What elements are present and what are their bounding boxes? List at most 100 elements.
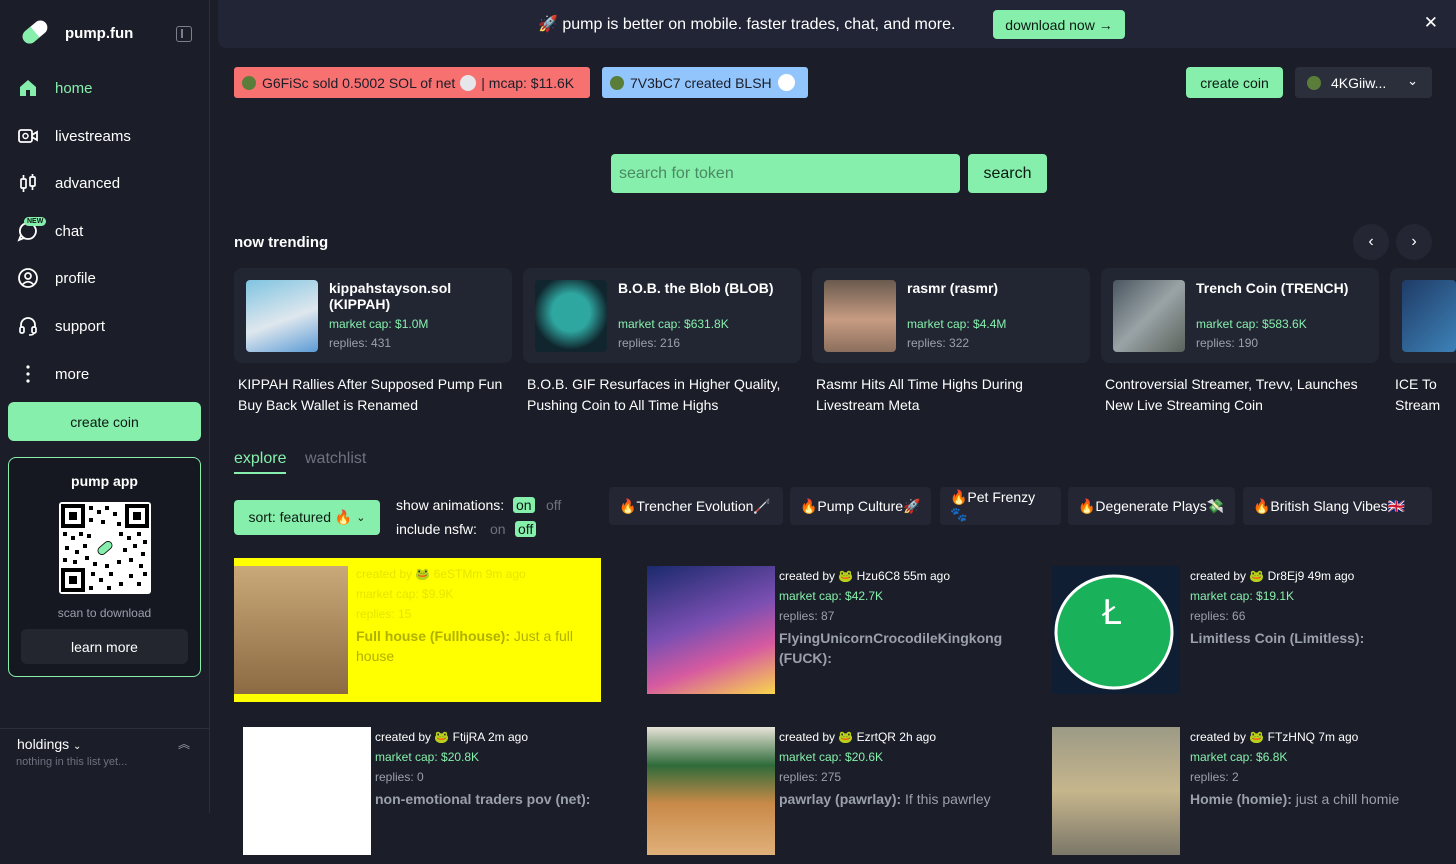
sidebar-item-livestreams[interactable]: livestreams	[16, 121, 131, 151]
trending-coin-name: kippahstayson.sol (KIPPAH)	[329, 280, 452, 312]
trending-market-cap: market cap: $631.8K	[618, 317, 729, 331]
trending-caption[interactable]: Rasmr Hits All Time Highs During Livestr…	[816, 374, 1086, 416]
chevron-left-icon[interactable]: ‹	[1353, 224, 1389, 260]
sidebar-item-label: more	[55, 365, 90, 383]
trending-replies: replies: 431	[329, 336, 392, 350]
search-button[interactable]: search	[968, 154, 1047, 193]
svg-text:Ł: Ł	[1101, 593, 1121, 633]
meta-chip[interactable]: 🔥British Slang Vibes🇬🇧	[1243, 487, 1432, 525]
coin-card[interactable]: created by 🐸 EzrtQR 2h ago market cap: $…	[635, 719, 1005, 864]
close-icon[interactable]: ✕	[1424, 13, 1438, 33]
tab-explore[interactable]: explore	[234, 450, 287, 474]
sidebar-item-label: chat	[55, 222, 84, 240]
scan-to-download-label: scan to download	[57, 606, 152, 620]
coin-name: pawrlay (pawrlay):	[779, 791, 902, 807]
sort-dropdown[interactable]: sort: featured 🔥 ⌄	[234, 500, 380, 535]
meta-chip[interactable]: 🔥Degenerate Plays💸	[1068, 487, 1235, 525]
create-ticker[interactable]: 7V3bC7 created BLSH	[602, 67, 808, 98]
download-now-button[interactable]: download now →	[993, 10, 1125, 39]
trending-card[interactable]: kippahstayson.sol (KIPPAH) market cap: $…	[234, 268, 512, 363]
frog-avatar-icon	[610, 75, 624, 90]
ticker-text: G6FiSc sold 0.5002 SOL of net	[262, 74, 456, 91]
meta-chip[interactable]: 🔥Pump Culture🚀	[790, 487, 931, 525]
header-create-coin-button[interactable]: create coin	[1186, 67, 1283, 98]
trending-caption[interactable]: ICE To Stream	[1395, 374, 1456, 416]
create-coin-button[interactable]: create coin	[8, 402, 201, 441]
animations-on-toggle[interactable]: on	[513, 497, 535, 513]
limitless-logo-icon: Ł	[1054, 574, 1174, 690]
holdings-dropdown[interactable]: holdings ⌄	[17, 736, 81, 752]
trending-coin-name: Trench Coin (TRENCH)	[1196, 280, 1349, 296]
coin-card[interactable]: Ł created by 🐸 Dr8Ej9 49m ago market cap…	[1040, 558, 1456, 703]
sidebar-item-advanced[interactable]: advanced	[16, 168, 120, 198]
sidebar-item-profile[interactable]: profile	[16, 263, 96, 293]
nsfw-on-toggle[interactable]: on	[487, 521, 509, 537]
coin-thumbnail	[246, 280, 318, 352]
ticker-text: 7V3bC7 created BLSH	[630, 74, 772, 91]
tab-watchlist[interactable]: watchlist	[305, 450, 366, 468]
pump-logo-icon[interactable]	[18, 14, 52, 50]
trending-coin-name: B.O.B. the Blob (BLOB)	[618, 280, 774, 296]
coin-replies: replies: 66	[1190, 609, 1246, 623]
wallet-address: 4KGiiw...	[1331, 74, 1387, 91]
coin-replies: replies: 87	[779, 609, 835, 623]
sidebar-item-more[interactable]: more	[16, 359, 89, 389]
coin-creator: created by 🐸 FtijRA 2m ago	[375, 730, 529, 744]
coin-name: Full house (Fullhouse):	[356, 628, 510, 644]
trending-caption[interactable]: Controversial Streamer, Trevv, Launches …	[1105, 374, 1375, 416]
coin-card[interactable]: created by 🐸 Hzu6C8 55m ago market cap: …	[635, 558, 1005, 703]
trending-market-cap: market cap: $583.6K	[1196, 317, 1307, 331]
qr-code-icon	[59, 502, 151, 594]
new-badge: NEW	[24, 217, 47, 226]
show-animations-label: show animations:	[396, 497, 505, 513]
coin-name: Homie (homie):	[1190, 791, 1292, 807]
chevron-right-icon[interactable]: ›	[1396, 224, 1432, 260]
trending-replies: replies: 190	[1196, 336, 1259, 350]
learn-more-button[interactable]: learn more	[21, 629, 188, 664]
trending-card[interactable]: B.O.B. the Blob (BLOB) market cap: $631.…	[523, 268, 801, 363]
coin-avatar-icon	[460, 74, 477, 91]
coin-creator: created by 🐸 Hzu6C8 55m ago	[779, 569, 951, 583]
frog-avatar-icon	[242, 75, 256, 90]
meta-chip[interactable]: 🔥Trencher Evolution🦯	[609, 487, 783, 525]
mobile-banner: 🚀 pump is better on mobile. faster trade…	[218, 0, 1456, 48]
coin-thumbnail	[824, 280, 896, 352]
coin-creator: created by 🐸 FTzHNQ 7m ago	[1190, 730, 1359, 744]
animations-off-toggle[interactable]: off	[543, 497, 564, 513]
brand-name[interactable]: pump.fun	[65, 25, 133, 42]
trending-card[interactable]: Trench Coin (TRENCH) market cap: $583.6K…	[1101, 268, 1379, 363]
sidebar-item-label: profile	[55, 269, 96, 287]
app-card-title: pump app	[71, 473, 138, 489]
meta-chip[interactable]: 🔥Pet Frenzy🐾	[940, 487, 1061, 525]
sidebar-item-home[interactable]: home	[16, 73, 93, 103]
banner-text: 🚀 pump is better on mobile. faster trade…	[538, 16, 956, 33]
collapse-up-icon[interactable]: ︽	[178, 735, 190, 752]
coin-card[interactable]: created by 🐸 6eSTMm 9m ago market cap: $…	[234, 558, 601, 702]
trade-ticker[interactable]: G6FiSc sold 0.5002 SOL of net | mcap: $1…	[234, 67, 590, 98]
sidebar-item-label: livestreams	[55, 127, 131, 145]
coin-card[interactable]: created by 🐸 FTzHNQ 7m ago market cap: $…	[1040, 719, 1456, 864]
coin-name: FlyingUnicornCrocodileKingkong (FUCK):	[779, 630, 1003, 666]
coin-market-cap: market cap: $20.8K	[375, 750, 480, 764]
coin-thumbnail: Ł	[1052, 566, 1180, 694]
trending-replies: replies: 322	[907, 336, 970, 350]
coin-description: If this pawrley	[905, 791, 991, 807]
coin-replies: replies: 275	[779, 770, 842, 784]
collapse-sidebar-icon[interactable]	[176, 26, 192, 42]
sidebar-item-support[interactable]: support	[16, 311, 105, 341]
coin-name: non-emotional traders pov (net):	[375, 791, 591, 807]
coin-card[interactable]: created by 🐸 FtijRA 2m ago market cap: $…	[231, 719, 601, 864]
trending-caption[interactable]: B.O.B. GIF Resurfaces in Higher Quality,…	[527, 374, 797, 416]
coin-market-cap: market cap: $19.1K	[1190, 589, 1295, 603]
trending-card[interactable]: rasmr (rasmr) market cap: $4.4M replies:…	[812, 268, 1090, 363]
ticker-mcap: | mcap: $11.6K	[481, 74, 575, 91]
frog-avatar-icon	[1307, 75, 1321, 90]
search-input[interactable]	[611, 154, 960, 193]
coin-creator: created by 🐸 EzrtQR 2h ago	[779, 730, 937, 744]
trending-caption[interactable]: KIPPAH Rallies After Supposed Pump Fun B…	[238, 374, 508, 416]
nsfw-off-toggle[interactable]: off	[515, 521, 537, 537]
coin-replies: replies: 15	[356, 607, 412, 621]
wallet-dropdown[interactable]: 4KGiiw... ⌄	[1295, 67, 1432, 98]
coin-thumbnail	[1113, 280, 1185, 352]
trending-card[interactable]	[1390, 268, 1456, 363]
